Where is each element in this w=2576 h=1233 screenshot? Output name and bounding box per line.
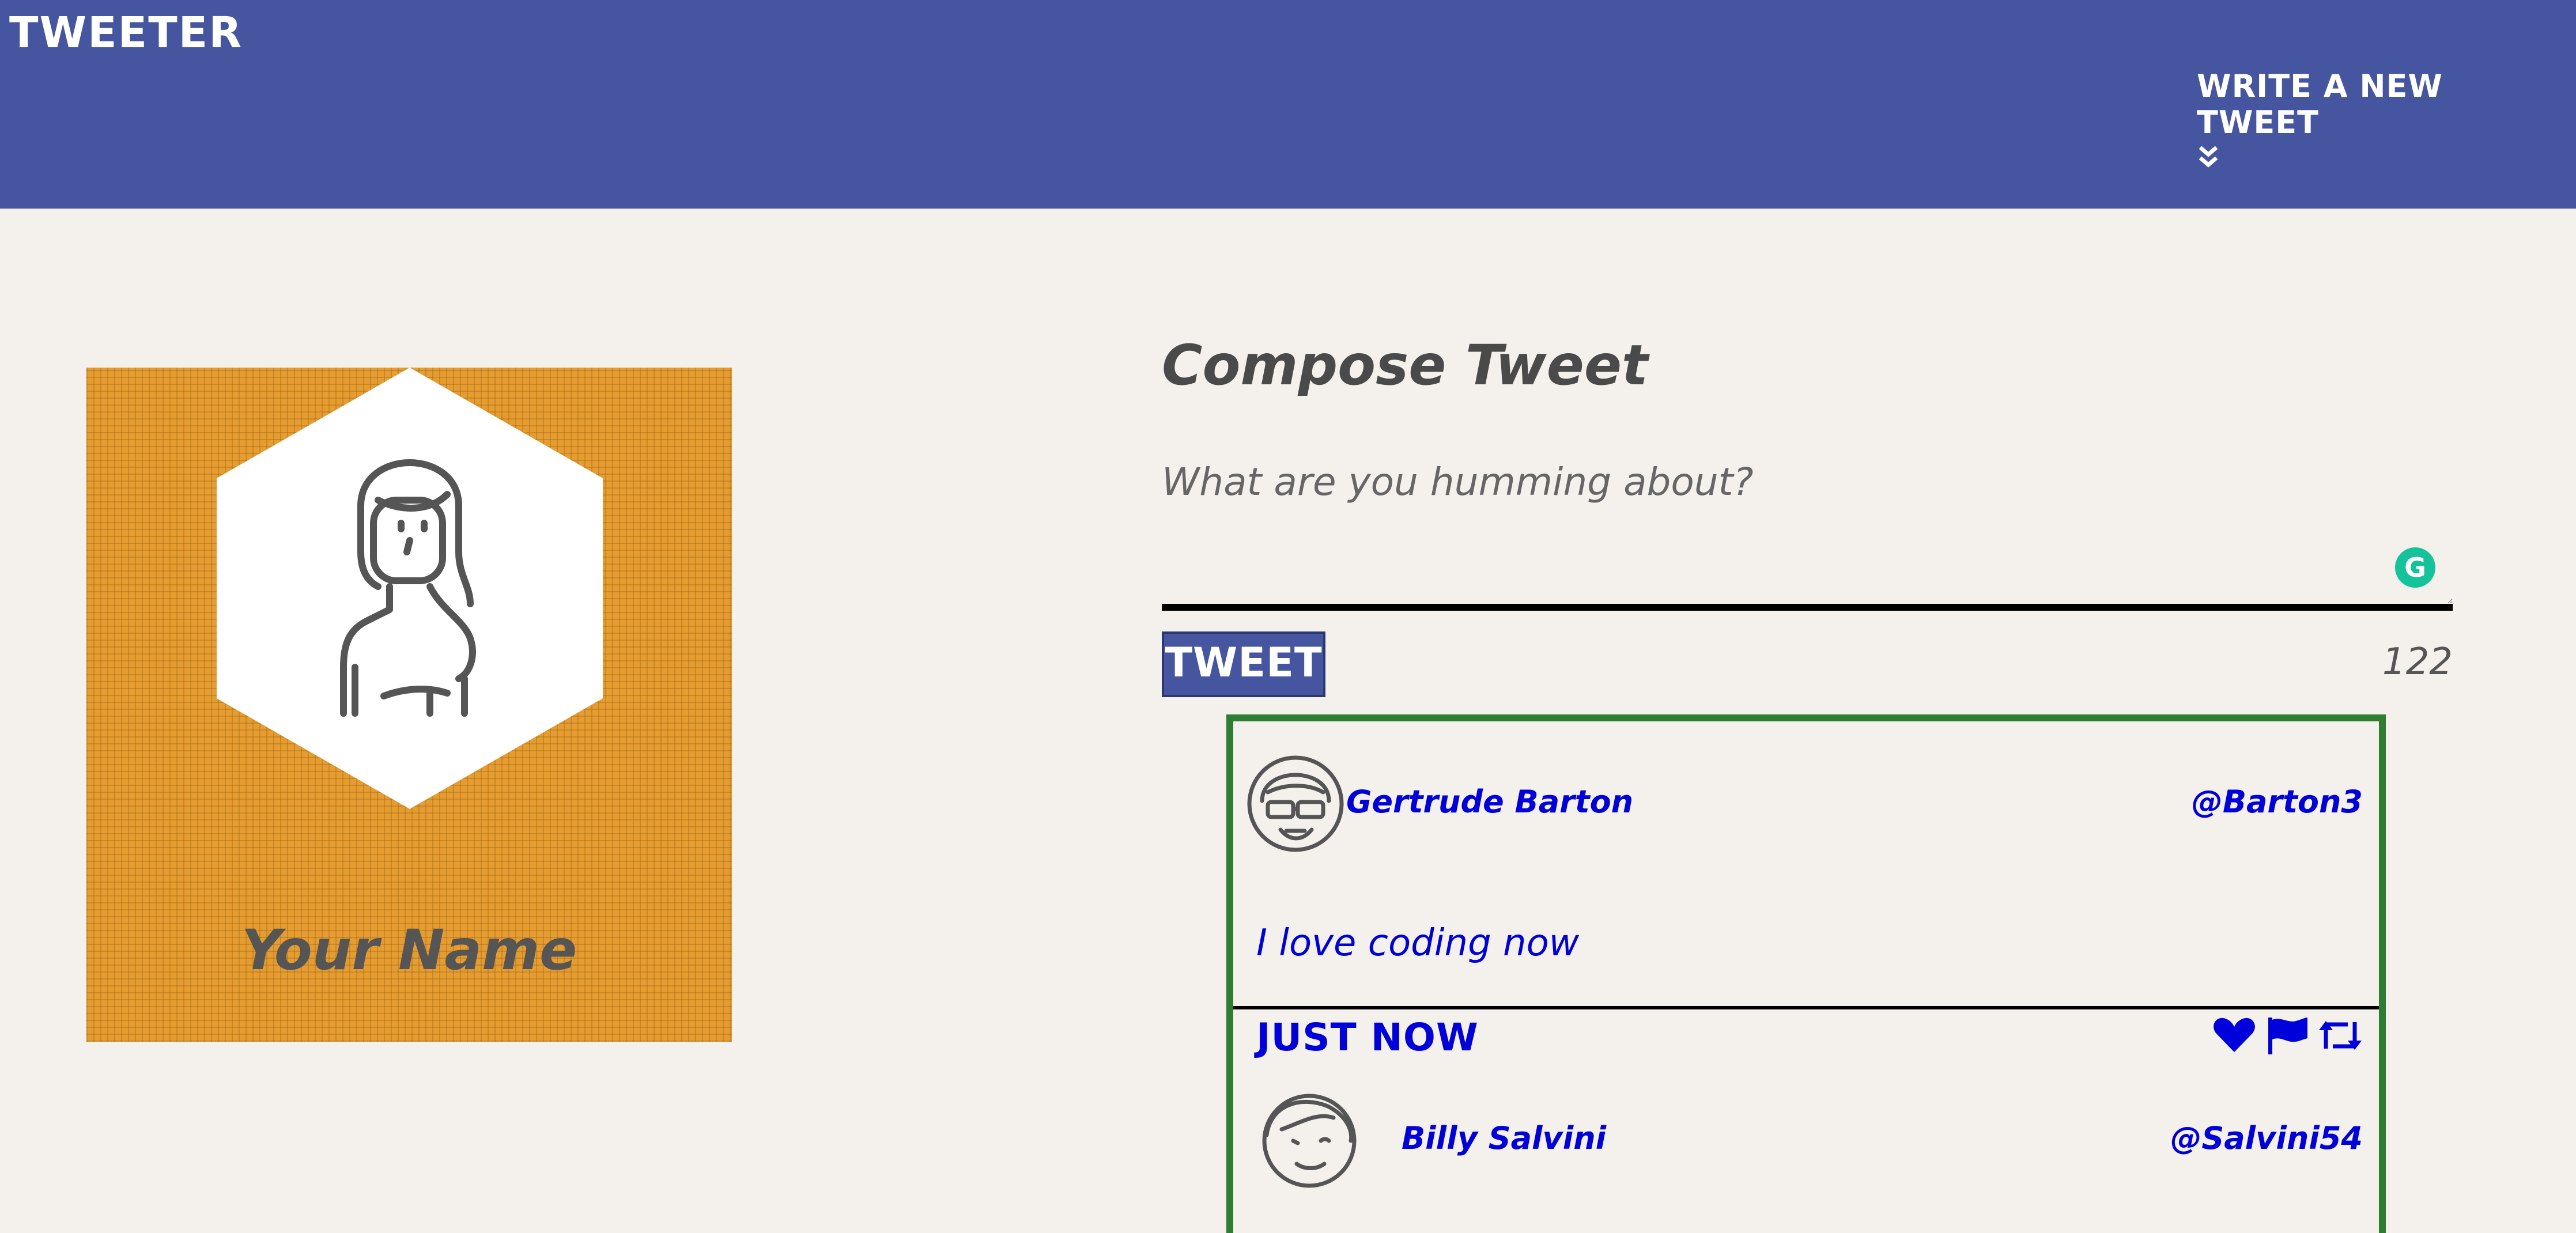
tweet-content: I love coding now <box>1256 922 1580 965</box>
heart-icon[interactable] <box>2212 1016 2257 1054</box>
profile-avatar <box>217 368 603 809</box>
profile-name: Your Name <box>241 918 577 982</box>
tweet-list: Gertrude Barton @Barton3 I love coding n… <box>1226 714 2386 1233</box>
grammarly-icon[interactable]: G <box>2395 547 2435 588</box>
compose-title: Compose Tweet <box>1162 333 1648 398</box>
tweet-button[interactable]: TWEET <box>1162 631 1325 697</box>
tweet-input[interactable] <box>1162 449 2453 611</box>
top-nav: TWEETER WRITE A NEW TWEET <box>0 0 2576 209</box>
tweet-author-handle: @Salvini54 <box>2170 1120 2363 1156</box>
tweet-divider <box>1233 1006 2379 1009</box>
char-counter: 122 <box>2382 641 2453 683</box>
avatar <box>1262 1094 1357 1188</box>
profile-card: Your Name <box>86 368 732 1042</box>
retweet-icon[interactable] <box>2318 1016 2363 1054</box>
tweet-author-handle: @Barton3 <box>2191 784 2363 820</box>
write-new-tweet-label: WRITE A NEW TWEET <box>2197 68 2443 141</box>
brand-logo[interactable]: TWEETER <box>9 8 243 58</box>
write-new-tweet-link[interactable]: WRITE A NEW TWEET <box>2197 68 2576 169</box>
tweet-actions <box>2212 1016 2363 1054</box>
tweet-author-name: Billy Salvini <box>1402 1120 1607 1156</box>
double-chevron-down-icon <box>2199 146 2218 168</box>
tweet-author-name: Gertrude Barton <box>1346 784 1634 820</box>
tweet-timestamp: JUST NOW <box>1256 1015 1479 1060</box>
avatar <box>1247 755 1344 852</box>
flag-icon[interactable] <box>2265 1016 2310 1054</box>
